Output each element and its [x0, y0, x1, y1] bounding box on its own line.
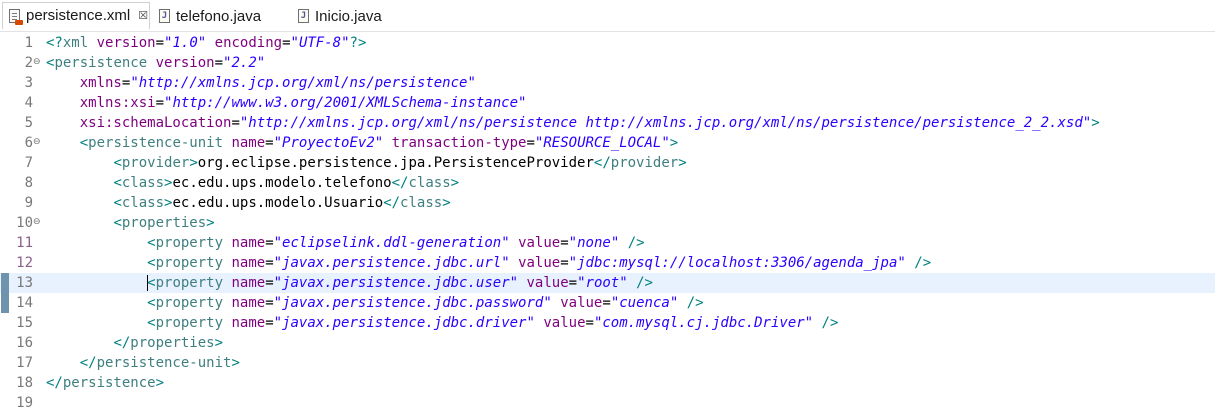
close-tab-icon[interactable]: ☒	[138, 9, 148, 22]
code-line[interactable]: 11 <property name="eclipselink.ddl-gener…	[0, 233, 1215, 253]
line-number: 10	[16, 215, 33, 231]
code-line[interactable]: 19	[0, 393, 1215, 413]
line-number: 3	[24, 75, 33, 91]
tab-label: telefono.java	[176, 7, 262, 25]
code-line[interactable]: 9 <class>ec.edu.ups.modelo.Usuario</clas…	[0, 193, 1215, 213]
code-text: <provider>org.eclipse.persistence.jpa.Pe…	[113, 155, 687, 171]
line-number: 11	[16, 235, 33, 251]
line-number: 19	[16, 395, 33, 411]
code-text: <class>ec.edu.ups.modelo.telefono</class…	[113, 175, 460, 191]
editor-tab-bar: persistence.xml ☒ J telefono.java J Inic…	[0, 0, 1215, 32]
tab-label: Inicio.java	[315, 7, 382, 25]
java-file-icon: J	[159, 9, 170, 23]
code-text: <persistence-unit name="ProyectoEv2" tra…	[79, 135, 679, 151]
line-number: 6	[24, 135, 33, 151]
code-text: <properties>	[113, 215, 215, 231]
code-line[interactable]: 15 <property name="javax.persistence.jdb…	[0, 313, 1215, 333]
code-text: </persistence-unit>	[79, 355, 240, 371]
java-file-icon: J	[298, 9, 309, 23]
fold-toggle-icon[interactable]: ⊖	[33, 218, 41, 227]
code-text: <class>ec.edu.ups.modelo.Usuario</class>	[113, 195, 451, 211]
code-line[interactable]: 2 ⊖ <persistence version="2.2"	[0, 53, 1215, 73]
code-text: <property name="javax.persistence.jdbc.p…	[147, 295, 704, 311]
line-number: 14	[16, 295, 33, 311]
code-text: <property name="javax.persistence.jdbc.u…	[147, 275, 653, 291]
code-line[interactable]: 5 xsi:schemaLocation="http://xmlns.jcp.o…	[0, 113, 1215, 133]
line-number: 5	[24, 115, 33, 131]
code-line[interactable]: 7 <provider>org.eclipse.persistence.jpa.…	[0, 153, 1215, 173]
code-line[interactable]: 18 </persistence>	[0, 373, 1215, 393]
xml-file-icon	[9, 8, 23, 25]
line-number: 15	[16, 315, 33, 331]
code-text: <persistence version="2.2"	[46, 55, 266, 71]
code-line[interactable]: 8 <class>ec.edu.ups.modelo.telefono</cla…	[0, 173, 1215, 193]
code-editor[interactable]: 1 <?xml version="1.0" encoding="UTF-8"?> 2…	[0, 32, 1215, 417]
code-text: <property name="eclipselink.ddl-generati…	[147, 235, 645, 251]
code-text: </persistence>	[46, 375, 165, 391]
code-line[interactable]: 13 <property name="javax.persistence.jdb…	[0, 273, 1215, 293]
line-number: 8	[24, 175, 33, 191]
line-number: 18	[16, 375, 33, 391]
tab-persistence-xml[interactable]: persistence.xml ☒	[2, 2, 150, 30]
line-number: 2	[24, 55, 33, 71]
line-number: 13	[16, 275, 33, 291]
line-number: 16	[16, 335, 33, 351]
code-line[interactable]: 1 <?xml version="1.0" encoding="UTF-8"?>	[0, 33, 1215, 53]
tab-label: persistence.xml	[26, 7, 131, 24]
line-number: 12	[16, 255, 33, 271]
line-number: 17	[16, 355, 33, 371]
code-text: xmlns:xsi="http://www.w3.org/2001/XMLSch…	[79, 95, 527, 111]
tab-inicio-java[interactable]: J Inicio.java	[294, 2, 382, 30]
code-text: xsi:schemaLocation="http://xmlns.jcp.org…	[79, 115, 1100, 131]
line-number: 4	[24, 95, 33, 111]
code-line[interactable]: 10 ⊖ <properties>	[0, 213, 1215, 233]
code-text: xmlns="http://xmlns.jcp.org/xml/ns/persi…	[79, 75, 476, 91]
tab-telefono-java[interactable]: J telefono.java	[155, 2, 261, 30]
code-text: <?xml version="1.0" encoding="UTF-8"?>	[46, 35, 367, 51]
code-text: <property name="javax.persistence.jdbc.u…	[147, 255, 932, 271]
code-text: </properties>	[113, 335, 224, 351]
fold-toggle-icon[interactable]: ⊖	[33, 138, 41, 147]
code-line[interactable]: 16 </properties>	[0, 333, 1215, 353]
line-number: 7	[24, 155, 33, 171]
code-line[interactable]: 12 <property name="javax.persistence.jdb…	[0, 253, 1215, 273]
code-text: <property name="javax.persistence.jdbc.d…	[147, 315, 839, 331]
code-line[interactable]: 3 xmlns="http://xmlns.jcp.org/xml/ns/per…	[0, 73, 1215, 93]
code-line[interactable]: 17 </persistence-unit>	[0, 353, 1215, 373]
code-line[interactable]: 14 <property name="javax.persistence.jdb…	[0, 293, 1215, 313]
line-number: 9	[24, 195, 33, 211]
fold-toggle-icon[interactable]: ⊖	[33, 58, 41, 67]
code-line[interactable]: 4 xmlns:xsi="http://www.w3.org/2001/XMLS…	[0, 93, 1215, 113]
code-line[interactable]: 6 ⊖ <persistence-unit name="ProyectoEv2" …	[0, 133, 1215, 153]
line-number: 1	[24, 35, 33, 51]
